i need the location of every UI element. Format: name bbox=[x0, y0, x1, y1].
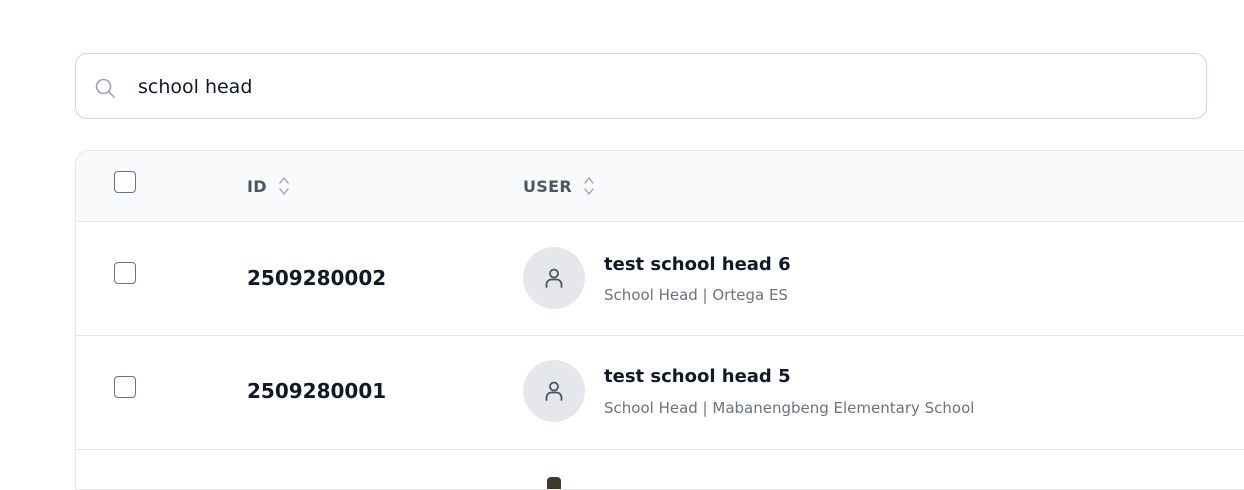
sort-icon[interactable] bbox=[582, 175, 596, 197]
avatar bbox=[523, 247, 585, 309]
search-box[interactable] bbox=[75, 53, 1207, 119]
table-row[interactable]: 2509280002 test school head 6 School Hea… bbox=[76, 222, 1244, 336]
avatar-partial bbox=[547, 477, 561, 489]
search-icon bbox=[94, 77, 116, 99]
user-name[interactable]: test school head 5 bbox=[604, 366, 791, 387]
column-header-user[interactable]: USER bbox=[523, 175, 596, 197]
avatar bbox=[523, 360, 585, 422]
table-row[interactable]: 2509280001 test school head 5 School Hea… bbox=[76, 336, 1244, 450]
column-header-id-label: ID bbox=[247, 176, 267, 196]
table-header: ID USER bbox=[76, 151, 1244, 222]
user-role-school: School Head | Mabanengbeng Elementary Sc… bbox=[604, 399, 975, 417]
row-id: 2509280002 bbox=[247, 266, 387, 290]
row-id: 2509280001 bbox=[247, 379, 387, 403]
select-all-checkbox[interactable] bbox=[114, 171, 136, 193]
users-table: ID USER 2509280002 test school head 6 Sc… bbox=[75, 150, 1244, 490]
search-input[interactable] bbox=[138, 71, 1178, 103]
user-icon bbox=[545, 381, 563, 401]
row-checkbox[interactable] bbox=[114, 262, 136, 284]
user-role-school: School Head | Ortega ES bbox=[604, 286, 788, 304]
column-header-id[interactable]: ID bbox=[247, 175, 291, 197]
column-header-user-label: USER bbox=[523, 176, 572, 196]
user-icon bbox=[545, 268, 563, 288]
row-checkbox[interactable] bbox=[114, 376, 136, 398]
user-name[interactable]: test school head 6 bbox=[604, 254, 791, 275]
sort-icon[interactable] bbox=[277, 175, 291, 197]
